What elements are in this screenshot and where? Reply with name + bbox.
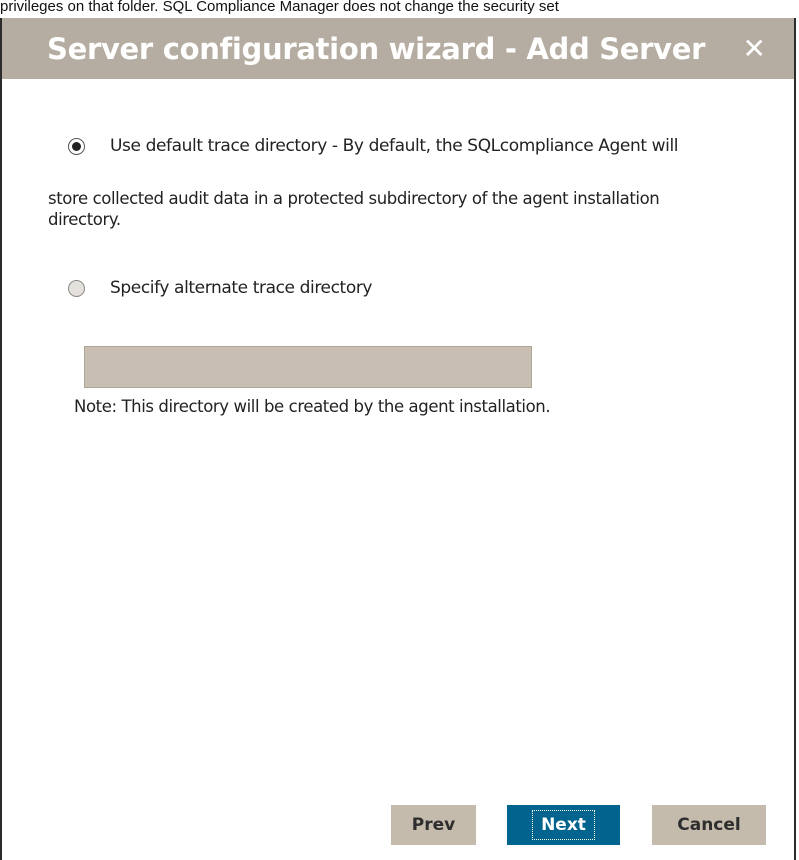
radio-selected-dot xyxy=(72,141,81,151)
prev-button[interactable]: Prev xyxy=(391,805,476,845)
default-trace-description: store collected audit data in a protecte… xyxy=(48,189,660,229)
alternate-trace-radio[interactable] xyxy=(68,279,85,297)
next-button[interactable]: Next xyxy=(507,805,620,845)
directory-note: Note: This directory will be created by … xyxy=(74,397,551,416)
close-icon[interactable]: ✕ xyxy=(743,34,766,63)
default-trace-option[interactable]: Use default trace directory - By default… xyxy=(68,136,679,156)
cancel-button[interactable]: Cancel xyxy=(652,805,766,845)
default-trace-label[interactable]: Use default trace directory - By default… xyxy=(110,136,679,156)
dialog-titlebar: Server configuration wizard - Add Server… xyxy=(2,18,794,79)
alternate-trace-label[interactable]: Specify alternate trace directory xyxy=(110,278,372,298)
background-doc-text: privileges on that folder. SQL Complianc… xyxy=(0,0,559,15)
next-button-label: Next xyxy=(532,810,595,840)
alternate-directory-input[interactable] xyxy=(84,346,532,388)
dialog-title: Server configuration wizard - Add Server xyxy=(47,31,706,66)
server-config-wizard-dialog: Server configuration wizard - Add Server… xyxy=(0,18,796,860)
default-trace-radio[interactable] xyxy=(68,137,85,155)
alternate-trace-option[interactable]: Specify alternate trace directory xyxy=(68,278,372,298)
